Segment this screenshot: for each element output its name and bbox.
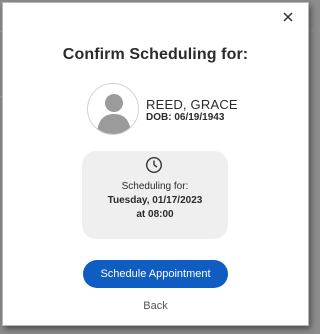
scheduling-card: Scheduling for: Tuesday, 01/17/2023 at 0… xyxy=(82,151,228,239)
scheduling-time: at 08:00 xyxy=(136,209,174,220)
person-silhouette-icon xyxy=(97,94,131,134)
clock-icon xyxy=(145,156,163,174)
dob-value: 06/19/1943 xyxy=(174,112,225,123)
schedule-appointment-button[interactable]: Schedule Appointment xyxy=(83,260,228,288)
patient-name: REED, GRACE xyxy=(146,97,238,112)
scheduling-date: Tuesday, 01/17/2023 xyxy=(107,195,203,206)
scheduling-label: Scheduling for: xyxy=(121,181,189,192)
back-button[interactable]: Back xyxy=(3,300,308,312)
close-icon xyxy=(283,12,293,22)
background-divider xyxy=(309,30,314,31)
dialog-title: Confirm Scheduling for: xyxy=(62,46,249,63)
patient-dob: DOB: 06/19/1943 xyxy=(146,112,224,123)
dob-label: DOB: xyxy=(146,112,172,123)
avatar xyxy=(87,83,139,135)
close-button[interactable] xyxy=(281,10,295,24)
confirm-scheduling-dialog: Confirm Scheduling for: REED, GRACE DOB:… xyxy=(2,2,309,326)
patient-summary: REED, GRACE DOB: 06/19/1943 xyxy=(87,83,277,139)
